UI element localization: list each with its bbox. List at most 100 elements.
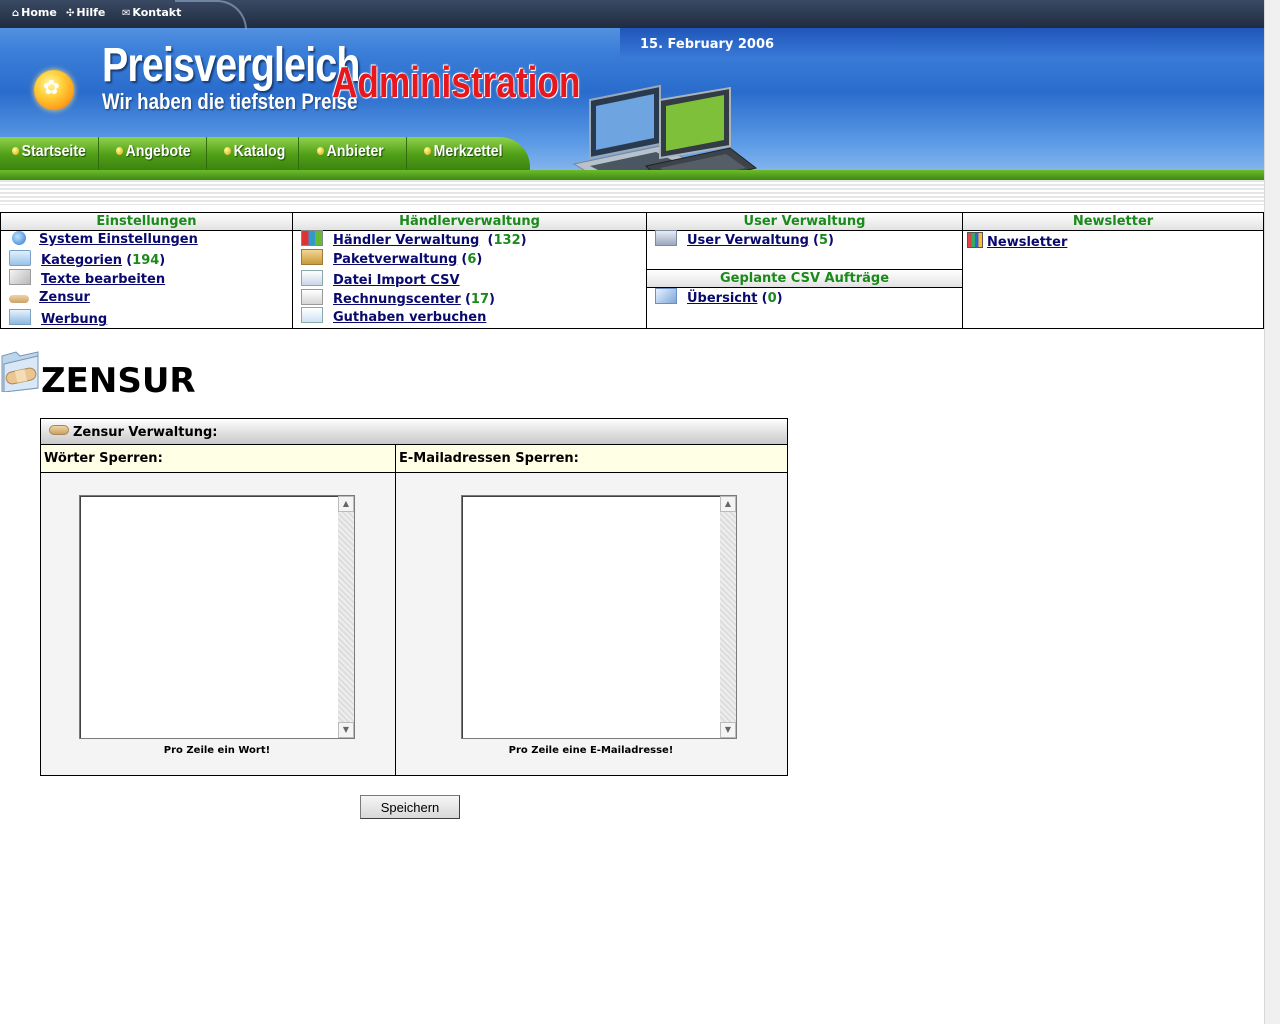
header-green-line: [0, 170, 1264, 180]
menu-link[interactable]: Rechnungscenter: [333, 292, 461, 307]
bandage-folder-icon: [1, 351, 39, 392]
menu-count: 17: [470, 292, 490, 307]
nav-bullet-icon: [224, 147, 232, 155]
scroll-up-icon[interactable]: ▲: [720, 496, 736, 512]
nav-separator: [98, 137, 99, 170]
words-textarea[interactable]: [81, 497, 338, 737]
nav-angebote[interactable]: Angebote: [116, 143, 191, 161]
nav-anbieter[interactable]: Anbieter: [317, 143, 384, 161]
menu-count: 0: [767, 291, 777, 306]
folder-icon: [9, 250, 31, 266]
menu-link[interactable]: Guthaben verbuchen: [333, 310, 486, 325]
contact-link[interactable]: ✉ Kontakt: [122, 6, 181, 19]
save-button[interactable]: Speichern: [360, 795, 460, 819]
menu-item-zensur: Zensur: [9, 289, 90, 307]
import-icon: [301, 270, 323, 286]
words-textarea-frame: ▲ ▼: [79, 495, 355, 739]
home-link[interactable]: ⌂ Home: [12, 6, 57, 19]
window-scrollbar[interactable]: [1264, 0, 1280, 1024]
words-hint: Pro Zeile ein Wort!: [163, 745, 271, 756]
nav-separator: [406, 137, 407, 170]
site-header: ⌂ Home ✣ Hilfe ✉ Kontakt 15. February 2006 …: [0, 0, 1264, 205]
menu-item-newsletter: Newsletter: [967, 232, 1067, 250]
menu-item-rechnungscenter: Rechnungscenter (17): [301, 289, 495, 307]
menu-item-paketverwaltung: Paketverwaltung (6): [301, 249, 482, 267]
header-stripes: [0, 180, 1264, 205]
logo-slogan: Wir haben die tiefsten Preise: [102, 89, 358, 114]
menu-count: 194: [132, 253, 160, 268]
scroll-down-icon[interactable]: ▼: [720, 722, 736, 738]
menu-item-user-verwaltung: User Verwaltung (5): [655, 230, 834, 248]
menu-heading: Newsletter: [963, 213, 1263, 231]
plus-icon: [301, 307, 323, 323]
document-icon: [301, 289, 323, 305]
menu-item-haendler-verwaltung: Händler Verwaltung (132): [301, 230, 527, 248]
nav-bullet-icon: [12, 147, 20, 155]
main-nav: Startseite Angebote Katalog Anbieter Mer…: [0, 137, 530, 170]
user-icon: [655, 230, 677, 246]
menu-column-haendlerverwaltung: Händlerverwaltung Händler Verwaltung (13…: [293, 213, 647, 328]
menu-item-system-einstellungen: System Einstellungen: [9, 231, 198, 249]
admin-menu: Einstellungen System Einstellungen Kateg…: [0, 212, 1264, 329]
emails-header: E-Mailadressen Sperren:: [396, 445, 787, 473]
header-curve-decoration: [175, 0, 247, 30]
menu-link[interactable]: Newsletter: [987, 235, 1067, 250]
nav-startseite[interactable]: Startseite: [12, 143, 86, 161]
emails-scrollbar[interactable]: ▲ ▼: [720, 496, 736, 738]
menu-column-einstellungen: Einstellungen System Einstellungen Kateg…: [1, 213, 293, 328]
scroll-up-icon[interactable]: ▲: [338, 496, 354, 512]
logo-title: Preisvergleich: [102, 39, 360, 92]
menu-link[interactable]: Händler Verwaltung: [333, 233, 479, 248]
menu-column-newsletter: Newsletter Newsletter: [963, 213, 1263, 328]
newsletter-icon: [967, 232, 983, 248]
overview-icon: [655, 288, 677, 304]
package-icon: [301, 249, 323, 265]
emails-textarea-frame: ▲ ▼: [461, 495, 737, 739]
menu-link[interactable]: User Verwaltung: [687, 233, 809, 248]
logo-icon: ✿: [34, 70, 74, 110]
header-date: 15. February 2006: [640, 37, 775, 52]
menu-link[interactable]: Kategorien: [41, 253, 122, 268]
menu-item-uebersicht: Übersicht (0): [655, 288, 783, 306]
nav-bullet-icon: [317, 147, 325, 155]
globe-icon: [12, 231, 26, 245]
page-title: ZENSUR: [41, 361, 196, 401]
menu-link[interactable]: Übersicht: [687, 291, 757, 306]
help-link[interactable]: ✣ Hilfe: [66, 6, 105, 19]
emails-textarea[interactable]: [463, 497, 720, 737]
words-scrollbar[interactable]: ▲ ▼: [338, 496, 354, 738]
menu-link[interactable]: Paketverwaltung: [333, 252, 457, 267]
blocks-icon: [301, 230, 323, 246]
zensur-panel: Zensur Verwaltung: Wörter Sperren: ▲ ▼ P…: [40, 418, 788, 776]
words-column: Wörter Sperren: ▲ ▼ Pro Zeile ein Wort!: [41, 445, 396, 775]
menu-link[interactable]: Werbung: [41, 312, 107, 327]
nav-bullet-icon: [424, 147, 432, 155]
panel-heading: Zensur Verwaltung:: [41, 419, 787, 445]
home-icon: ⌂: [12, 8, 20, 19]
ad-icon: [9, 309, 31, 325]
menu-item-texte-bearbeiten: Texte bearbeiten: [9, 269, 165, 287]
menu-link[interactable]: Texte bearbeiten: [41, 272, 165, 287]
mail-icon: ✉: [122, 8, 131, 19]
nav-katalog[interactable]: Katalog: [224, 143, 285, 161]
nav-separator: [298, 137, 299, 170]
words-header: Wörter Sperren:: [41, 445, 395, 473]
menu-column-user-verwaltung: User Verwaltung User Verwaltung (5) Gepl…: [647, 213, 963, 328]
nav-bullet-icon: [116, 147, 124, 155]
pen-icon: [9, 269, 31, 285]
bandage-icon: [49, 425, 69, 435]
menu-link[interactable]: Datei Import CSV: [333, 273, 460, 288]
menu-heading: User Verwaltung: [647, 213, 962, 231]
scroll-down-icon[interactable]: ▼: [338, 722, 354, 738]
menu-link[interactable]: System Einstellungen: [39, 232, 198, 247]
menu-count: 132: [493, 233, 521, 248]
bandage-icon: [9, 295, 29, 303]
emails-column: E-Mailadressen Sperren: ▲ ▼ Pro Zeile ei…: [396, 445, 787, 775]
nav-separator: [206, 137, 207, 170]
menu-count: 6: [467, 252, 477, 267]
menu-link[interactable]: Zensur: [39, 290, 90, 305]
nav-merkzettel[interactable]: Merkzettel: [424, 143, 503, 161]
menu-item-guthaben-verbuchen: Guthaben verbuchen: [301, 307, 486, 325]
admin-overlay-title: Administration: [332, 58, 581, 107]
menu-item-datei-import-csv: Datei Import CSV: [301, 270, 460, 288]
